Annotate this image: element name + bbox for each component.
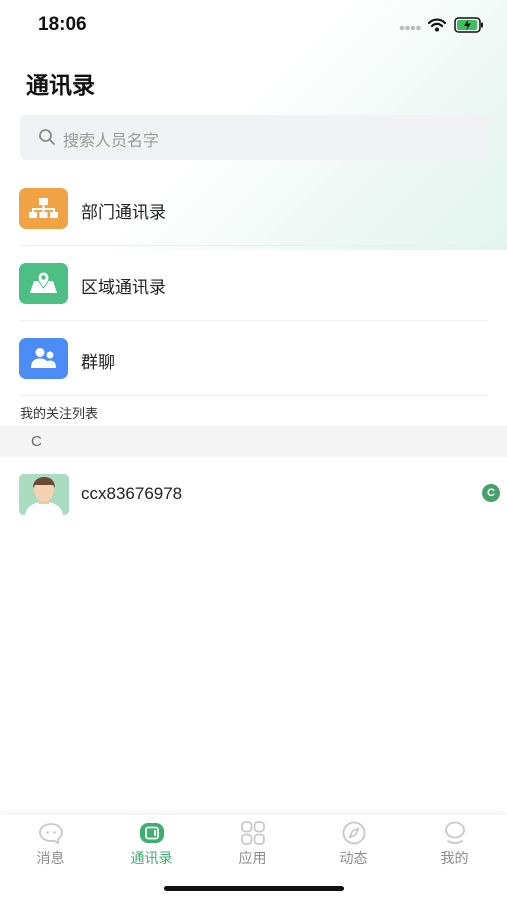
status-badge: C [482, 484, 500, 502]
menu-item-label: 群聊 [81, 353, 115, 373]
search-icon [39, 129, 55, 145]
chat-bubble-icon [39, 823, 63, 845]
compass-icon [342, 821, 366, 845]
group-users-icon [19, 338, 68, 379]
tab-feed[interactable]: 动态 [303, 815, 404, 875]
tab-label: 应用 [238, 851, 267, 867]
department-directory-item[interactable]: 部门通讯录 [0, 173, 507, 248]
map-pin-icon [19, 263, 68, 304]
apps-grid-icon [241, 821, 265, 845]
contacts-icon [140, 823, 164, 843]
menu-item-label: 部门通讯录 [81, 203, 166, 223]
tab-profile[interactable]: 我的 [404, 815, 505, 875]
profile-icon [445, 821, 465, 844]
home-indicator [164, 886, 344, 891]
cellular-signal-icon [399, 25, 421, 31]
status-time: 18:06 [38, 14, 87, 35]
status-bar: 18:06 [0, 0, 507, 50]
menu-item-label: 区域通讯录 [81, 278, 166, 298]
search-input[interactable]: 搜索人员名字 [20, 115, 488, 160]
tab-label: 我的 [440, 851, 469, 867]
org-chart-icon [19, 188, 68, 229]
tab-label: 动态 [339, 851, 368, 867]
divider [20, 320, 488, 321]
divider [20, 395, 488, 396]
following-section-title: 我的关注列表 [20, 407, 99, 422]
search-placeholder: 搜索人员名字 [63, 131, 160, 150]
divider [20, 245, 488, 246]
index-letter: C [31, 433, 42, 450]
wifi-icon [428, 18, 446, 32]
battery-charging-icon [454, 17, 483, 33]
tab-label: 消息 [36, 851, 65, 867]
tab-messages[interactable]: 消息 [0, 815, 101, 875]
tab-apps[interactable]: 应用 [202, 815, 303, 875]
contact-name: ccx83676978 [81, 484, 183, 503]
region-directory-item[interactable]: 区域通讯录 [0, 248, 507, 323]
index-header: C [0, 426, 507, 457]
tab-label: 通讯录 [130, 851, 173, 867]
avatar [19, 474, 69, 515]
contact-row[interactable]: ccx83676978 C [0, 465, 507, 523]
tab-contacts[interactable]: 通讯录 [101, 815, 202, 875]
page-title: 通讯录 [26, 73, 95, 99]
group-chat-item[interactable]: 群聊 [0, 323, 507, 398]
